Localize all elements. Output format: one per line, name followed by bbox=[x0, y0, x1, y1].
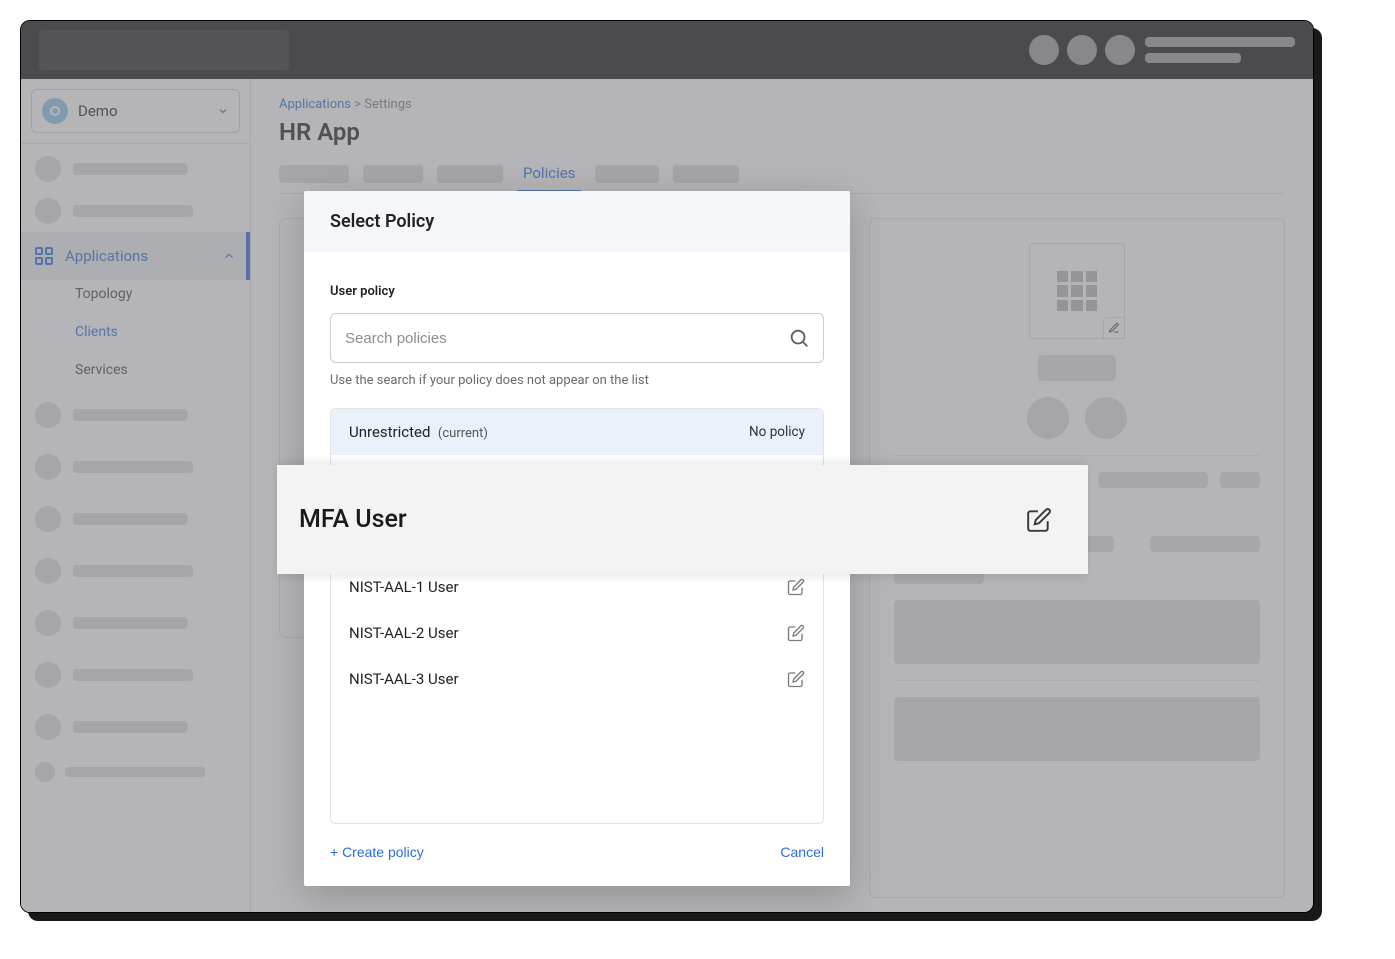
modal-title: Select Policy bbox=[304, 191, 850, 252]
policy-row-nist-aal-3[interactable]: NIST-AAL-3 User bbox=[331, 656, 823, 702]
app-icon-box[interactable] bbox=[1029, 243, 1125, 339]
tab-placeholder[interactable] bbox=[279, 165, 349, 183]
sidebar-sub-services[interactable]: Services bbox=[75, 362, 250, 378]
no-policy-label: No policy bbox=[749, 424, 805, 440]
breadcrumb: Applications > Settings bbox=[279, 97, 1285, 112]
policy-label: NIST-AAL-2 User bbox=[349, 624, 459, 642]
policy-row-mfa-user[interactable]: MFA User bbox=[277, 465, 1088, 574]
section-label: User policy bbox=[330, 284, 824, 299]
sidebar-item-placeholder[interactable] bbox=[21, 704, 250, 750]
topbar bbox=[21, 21, 1313, 79]
project-name: Demo bbox=[78, 102, 207, 120]
project-icon bbox=[42, 98, 68, 124]
avatar-2[interactable] bbox=[1067, 35, 1097, 65]
sidebar-item-applications[interactable]: Applications bbox=[21, 232, 250, 280]
topbar-user-placeholder bbox=[1145, 37, 1295, 63]
policy-label: NIST-AAL-3 User bbox=[349, 670, 459, 688]
policy-label: NIST-AAL-1 User bbox=[349, 578, 459, 596]
sidebar-item-placeholder[interactable] bbox=[21, 496, 250, 542]
avatar-1[interactable] bbox=[1029, 35, 1059, 65]
cancel-button[interactable]: Cancel bbox=[780, 844, 824, 860]
edit-policy-icon[interactable] bbox=[787, 624, 805, 642]
policy-row-nist-aal-2[interactable]: NIST-AAL-2 User bbox=[331, 610, 823, 656]
policy-list: Unrestricted (current) No policy MFA Use… bbox=[330, 408, 824, 824]
grid-icon bbox=[35, 247, 53, 265]
sidebar-item-placeholder[interactable] bbox=[21, 652, 250, 698]
edit-icon-badge[interactable] bbox=[1103, 317, 1125, 339]
current-badge: (current) bbox=[438, 426, 488, 441]
brand-placeholder bbox=[39, 30, 289, 70]
sidebar-sub-topology[interactable]: Topology bbox=[75, 286, 250, 302]
tab-policies[interactable]: Policies bbox=[517, 164, 581, 193]
policy-label: MFA User bbox=[299, 505, 407, 534]
breadcrumb-current: Settings bbox=[364, 97, 411, 112]
chevron-down-icon bbox=[217, 105, 229, 117]
edit-policy-icon[interactable] bbox=[787, 670, 805, 688]
search-policies-input[interactable] bbox=[330, 313, 824, 363]
pencil-icon bbox=[1108, 322, 1120, 334]
tab-placeholder[interactable] bbox=[437, 165, 503, 183]
sidebar-item-placeholder[interactable] bbox=[21, 392, 250, 438]
policy-row-unrestricted[interactable]: Unrestricted (current) No policy bbox=[331, 409, 823, 455]
tab-placeholder[interactable] bbox=[673, 165, 739, 183]
tab-placeholder[interactable] bbox=[595, 165, 659, 183]
edit-policy-icon[interactable] bbox=[1026, 507, 1052, 533]
select-policy-modal: Select Policy User policy Use the search… bbox=[304, 191, 850, 886]
project-selector[interactable]: Demo bbox=[31, 89, 240, 133]
search-icon[interactable] bbox=[788, 327, 810, 349]
search-helper-text: Use the search if your policy does not a… bbox=[330, 373, 824, 388]
breadcrumb-applications[interactable]: Applications bbox=[279, 97, 351, 112]
chevron-up-icon bbox=[222, 249, 236, 263]
tabs: Policies bbox=[279, 164, 1285, 194]
sidebar-item-placeholder[interactable] bbox=[21, 444, 250, 490]
avatar-3[interactable] bbox=[1105, 35, 1135, 65]
sidebar-item-placeholder[interactable] bbox=[21, 600, 250, 646]
sidebar-item-label: Applications bbox=[65, 247, 148, 265]
sidebar-item-placeholder[interactable] bbox=[21, 756, 250, 788]
sidebar-sub-clients[interactable]: Clients bbox=[75, 324, 250, 340]
app-grid-icon bbox=[1057, 271, 1097, 311]
page-title: HR App bbox=[279, 118, 1285, 146]
create-policy-button[interactable]: + Create policy bbox=[330, 844, 424, 860]
sidebar-item-placeholder[interactable] bbox=[21, 190, 250, 232]
tab-placeholder[interactable] bbox=[363, 165, 423, 183]
sidebar-item-placeholder[interactable] bbox=[21, 548, 250, 594]
edit-policy-icon[interactable] bbox=[787, 578, 805, 596]
sidebar: Demo Applications Topology Clients Servi… bbox=[21, 79, 251, 912]
sidebar-item-placeholder[interactable] bbox=[21, 148, 250, 190]
